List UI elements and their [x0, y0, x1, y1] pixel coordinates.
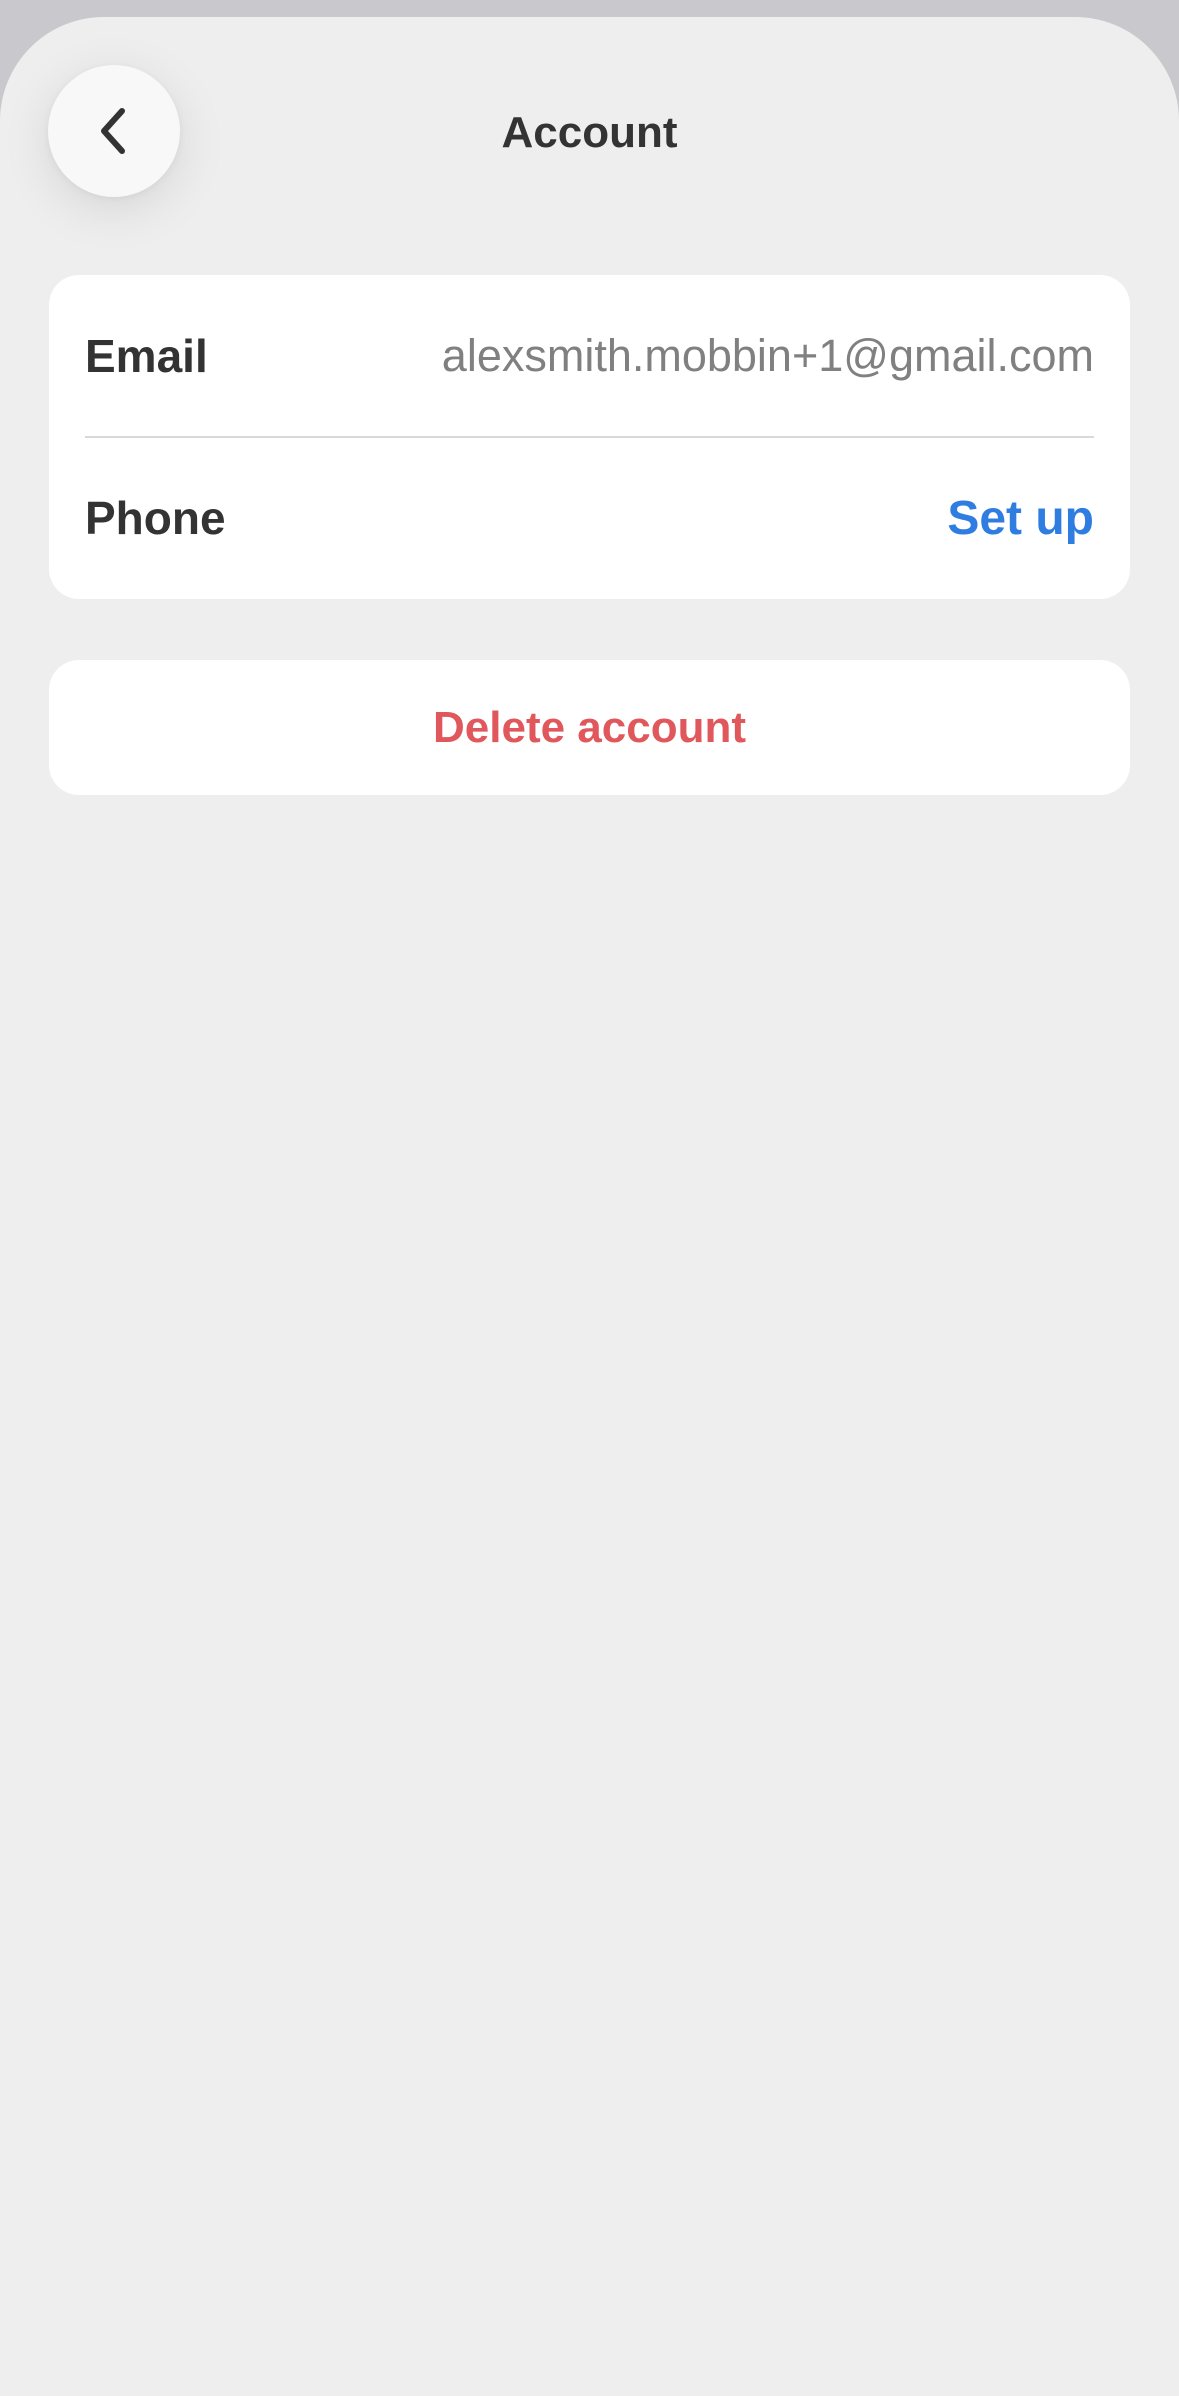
phone-row: Phone Set up: [85, 437, 1094, 599]
account-screen: Account Email alexsmith.mobbin+1@gmail.c…: [0, 17, 1179, 2396]
phone-label: Phone: [85, 492, 226, 544]
delete-account-button[interactable]: Delete account: [49, 660, 1130, 795]
delete-account-label: Delete account: [433, 702, 746, 752]
header: Account: [0, 17, 1179, 247]
email-value: alexsmith.mobbin+1@gmail.com: [441, 330, 1094, 381]
email-row: Email alexsmith.mobbin+1@gmail.com: [85, 275, 1094, 437]
page-title: Account: [501, 108, 678, 157]
account-details-card: Email alexsmith.mobbin+1@gmail.com Phone…: [49, 275, 1130, 599]
email-label: Email: [85, 330, 208, 382]
phone-setup-button[interactable]: Set up: [947, 491, 1094, 546]
